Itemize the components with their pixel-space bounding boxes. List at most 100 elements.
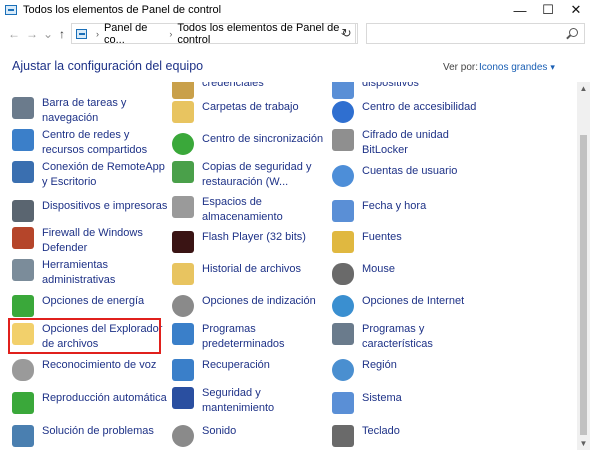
view-by-label: Ver por: — [443, 62, 479, 73]
region-icon — [332, 359, 354, 381]
list-item[interactable]: Seguridad y mantenimiento — [172, 386, 330, 416]
breadcrumb-root[interactable]: Panel de co... — [104, 22, 164, 46]
list-item[interactable]: Copias de seguridad y restauración (W... — [172, 160, 330, 190]
list-item[interactable]: Conexión de RemoteApp y Escritorio — [12, 160, 170, 190]
list-item[interactable]: Herramientas administrativas — [12, 258, 170, 288]
credential-manager-icon — [12, 82, 34, 91]
date-time-icon — [332, 200, 354, 222]
refresh-button[interactable]: ↻ — [336, 23, 358, 44]
list-item[interactable]: Solución de problemas — [12, 424, 170, 447]
address-bar[interactable]: › Panel de co... › Todos los elementos d… — [71, 22, 356, 46]
microphone-icon — [12, 359, 34, 381]
forward-button[interactable]: → — [24, 26, 40, 42]
devices-printers-icon — [12, 200, 34, 222]
control-panel-icon — [5, 5, 17, 15]
list-item[interactable]: Opciones de indización — [172, 294, 330, 317]
breadcrumb-current[interactable]: Todos los elementos de Panel de control — [177, 22, 355, 46]
list-item[interactable]: Centro de accesibilidad — [332, 100, 490, 123]
list-item[interactable]: Opciones de Internet — [332, 294, 490, 317]
autoplay-icon — [12, 392, 34, 414]
remoteapp-icon — [12, 161, 34, 183]
internet-options-icon — [332, 295, 354, 317]
chevron-right-icon[interactable]: › — [96, 29, 99, 39]
default-programs-icon — [332, 82, 354, 99]
title-bar: Todos los elementos de Panel de control … — [0, 0, 590, 20]
list-item[interactable]: credenciales — [172, 82, 330, 99]
list-item[interactable]: Barra de tareas y navegación — [12, 96, 170, 126]
list-item[interactable]: Reproducción automática — [12, 391, 170, 414]
programs-features-icon — [332, 323, 354, 345]
list-item[interactable]: Fuentes — [332, 230, 490, 253]
power-options-icon — [12, 295, 34, 317]
list-item[interactable]: Programas y características — [332, 322, 490, 352]
recovery-icon — [172, 359, 194, 381]
back-button[interactable]: ← — [6, 26, 22, 42]
list-item[interactable]: Espacios de almacenamiento — [172, 195, 330, 225]
default-programs-icon — [172, 323, 194, 345]
maximize-button[interactable]: ☐ — [534, 0, 562, 20]
list-item[interactable]: Sonido — [172, 424, 330, 447]
list-item[interactable]: Programas predeterminados — [172, 322, 330, 352]
flash-player-icon — [172, 231, 194, 253]
window-title: Todos los elementos de Panel de control — [23, 4, 222, 16]
minimize-button[interactable]: — — [506, 0, 534, 20]
list-item[interactable]: Flash Player (32 bits) — [172, 230, 330, 253]
mouse-icon — [332, 263, 354, 285]
firewall-icon — [12, 227, 34, 249]
close-button[interactable]: ✕ — [562, 0, 590, 20]
list-item[interactable]: Opciones del Explorador de archivos — [12, 322, 170, 352]
list-item[interactable]: Dispositivos e impresoras — [12, 199, 170, 222]
bitlocker-icon — [332, 129, 354, 151]
list-item[interactable]: Carpetas de trabajo — [172, 100, 330, 123]
network-icon — [12, 129, 34, 151]
indexing-icon — [172, 295, 194, 317]
list-item[interactable]: Centro de sincronización — [172, 132, 330, 155]
work-folders-icon — [172, 101, 194, 123]
list-item[interactable]: Teclado — [332, 424, 490, 447]
list-item[interactable]: Sistema — [332, 391, 490, 414]
content-header: Ajustar la configuración del equipo Ver … — [0, 48, 590, 82]
list-item[interactable]: Fecha y hora — [332, 199, 490, 222]
scroll-up-icon[interactable]: ▲ — [577, 84, 590, 93]
explorer-options-icon — [12, 323, 34, 345]
sound-icon — [172, 425, 194, 447]
sync-center-icon — [172, 133, 194, 155]
keyboard-icon — [332, 425, 354, 447]
search-icon[interactable] — [569, 28, 578, 37]
user-accounts-icon — [332, 165, 354, 187]
fonts-icon — [332, 231, 354, 253]
security-flag-icon — [172, 387, 194, 409]
list-item[interactable]: Historial de archivos — [172, 262, 330, 285]
list-item[interactable]: Cifrado de unidad BitLocker — [332, 128, 490, 158]
list-item[interactable]: Centro de redes y recursos compartidos — [12, 128, 170, 158]
list-item[interactable]: dispositivos — [332, 82, 490, 99]
list-item[interactable] — [12, 82, 170, 91]
navigation-bar: ← → ⌄ ↑ › Panel de co... › Todos los ele… — [0, 20, 590, 48]
scroll-down-icon[interactable]: ▼ — [577, 439, 590, 448]
storage-spaces-icon — [172, 196, 194, 218]
system-icon — [332, 392, 354, 414]
up-button[interactable]: ↑ — [54, 26, 70, 42]
list-item[interactable]: Cuentas de usuario — [332, 164, 490, 187]
items-grid: credenciales dispositivos Barra de tarea… — [0, 82, 576, 450]
page-title: Ajustar la configuración del equipo — [12, 59, 204, 73]
list-item[interactable]: Recuperación — [172, 358, 330, 381]
list-item[interactable]: Mouse — [332, 262, 490, 285]
list-item[interactable]: Región — [332, 358, 490, 381]
backup-icon — [172, 161, 194, 183]
credential-manager-icon — [172, 82, 194, 99]
vertical-scrollbar[interactable]: ▲ ▼ — [577, 82, 590, 450]
taskbar-icon — [12, 97, 34, 119]
control-panel-icon — [76, 28, 87, 39]
ease-of-access-icon — [332, 101, 354, 123]
list-item[interactable]: Opciones de energía — [12, 294, 170, 317]
list-item[interactable]: Reconocimiento de voz — [12, 358, 170, 381]
search-input[interactable] — [366, 23, 585, 44]
admin-tools-icon — [12, 259, 34, 281]
view-by-dropdown[interactable]: Iconos grandes — [479, 62, 555, 73]
chevron-right-icon[interactable]: › — [169, 29, 172, 39]
list-item[interactable]: Firewall de Windows Defender — [12, 226, 170, 256]
troubleshooting-icon — [12, 425, 34, 447]
file-history-icon — [172, 263, 194, 285]
scrollbar-thumb[interactable] — [580, 135, 587, 435]
